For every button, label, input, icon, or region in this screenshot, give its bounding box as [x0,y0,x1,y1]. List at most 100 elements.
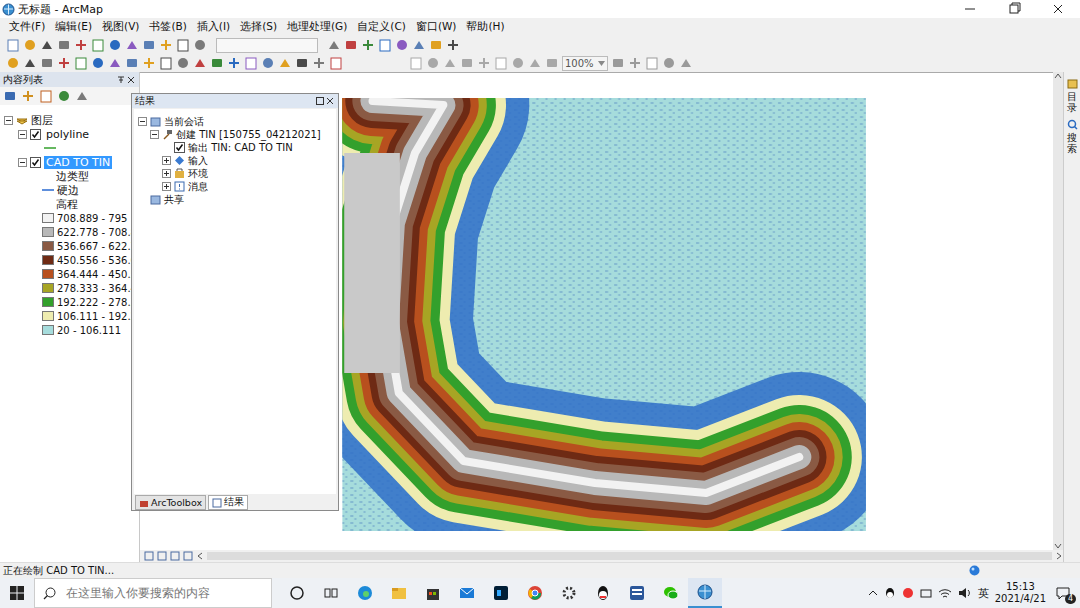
tool-icon[interactable] [21,89,35,103]
menu-item[interactable]: 地理处理(G) [282,20,352,34]
tool-icon[interactable] [6,56,20,70]
pin-icon[interactable] [116,75,126,85]
view-icon[interactable] [144,551,154,561]
tool-icon[interactable] [494,56,508,70]
collapse-icon[interactable] [18,130,27,139]
app-icon[interactable] [527,585,543,601]
tab-label[interactable]: ArcToolbox [151,497,202,508]
tool-icon[interactable] [210,56,224,70]
tool-icon[interactable] [511,56,525,70]
tool-icon[interactable] [426,56,440,70]
tool-icon[interactable] [344,38,358,52]
checkbox[interactable] [30,157,41,168]
tool-icon[interactable] [477,56,491,70]
tab-label[interactable]: 结果 [224,496,244,509]
tray-app-icon[interactable] [902,587,914,599]
app-icon[interactable] [289,585,305,601]
start-button[interactable] [0,586,34,600]
restore-icon[interactable] [315,96,325,106]
collapse-icon[interactable] [18,158,27,167]
close-icon[interactable] [1036,0,1080,18]
menu-item[interactable]: 视图(V) [97,20,144,34]
view-icon[interactable] [157,551,167,561]
close-icon[interactable] [126,75,136,85]
close-icon[interactable] [325,96,335,106]
taskbar-app[interactable] [586,578,620,608]
tool-icon[interactable] [409,56,423,70]
tool-icon[interactable] [159,38,173,52]
taskbar-app[interactable] [654,578,688,608]
dock-label[interactable]: 搜索 [1067,132,1077,154]
menu-item[interactable]: 插入(I) [192,20,235,34]
search-input[interactable] [64,585,271,601]
tool-icon[interactable] [40,56,54,70]
tool-icon[interactable] [193,56,207,70]
session-label[interactable]: 当前会话 [164,115,204,129]
tool-icon[interactable] [378,38,392,52]
app-icon[interactable] [595,585,611,601]
app-icon[interactable] [629,585,645,601]
menu-item[interactable]: 编辑(E) [50,20,97,34]
tool-icon[interactable] [361,38,375,52]
dock-tab[interactable]: 搜索 [1067,119,1078,154]
tray-expand-icon[interactable] [868,589,878,597]
clock[interactable]: 15:132021/4/21 [995,581,1046,605]
expand-icon[interactable] [162,182,171,191]
taskbar-app[interactable] [348,578,382,608]
taskbar-app[interactable] [416,578,450,608]
maximize-icon[interactable] [992,0,1036,18]
tool-icon[interactable] [327,38,341,52]
tool-icon[interactable] [446,38,460,52]
checkbox[interactable] [30,129,41,140]
taskbar-app[interactable] [484,578,518,608]
layer-label[interactable]: CAD TO TIN [44,156,112,169]
tool-icon[interactable] [23,38,37,52]
tool-icon[interactable] [6,38,20,52]
collapse-icon[interactable] [4,116,13,125]
menu-item[interactable]: 选择(S) [235,20,282,34]
tool-icon[interactable] [679,56,693,70]
tool-icon[interactable] [142,38,156,52]
taskbar-app[interactable] [552,578,586,608]
app-icon[interactable] [697,584,713,600]
tool-icon[interactable] [193,38,207,52]
tool-icon[interactable] [412,38,426,52]
app-icon[interactable] [357,585,373,601]
tool-icon[interactable] [74,38,88,52]
wifi-icon[interactable] [938,587,952,599]
vertical-scrollbar[interactable] [1053,72,1063,550]
tool-icon[interactable] [74,56,88,70]
tool-icon[interactable] [545,56,559,70]
checkbox[interactable] [174,142,185,153]
menu-item[interactable]: 帮助(H) [461,20,509,34]
expand-icon[interactable] [162,169,171,178]
zoom-combo[interactable]: 100% [562,56,608,71]
notification-button[interactable]: 4 [1052,586,1074,600]
shared-label[interactable]: 共享 [164,193,184,207]
taskbar-app[interactable] [518,578,552,608]
taskbar-app[interactable] [280,578,314,608]
tool-icon[interactable] [261,56,275,70]
tool-icon[interactable] [176,56,190,70]
scale-combo[interactable] [216,38,318,53]
taskbar-app[interactable] [450,578,484,608]
tool-icon[interactable] [57,89,71,103]
node-label[interactable]: 环境 [188,167,208,181]
scroll-left-icon[interactable] [196,551,204,561]
menu-item[interactable]: 文件(F) [4,20,50,34]
tool-icon[interactable] [91,56,105,70]
tool-icon[interactable] [227,56,241,70]
tool-icon[interactable] [528,56,542,70]
app-icon[interactable] [663,585,679,601]
panel-tab[interactable]: ArcToolbox [135,495,206,510]
minimize-icon[interactable] [948,0,992,18]
tool-icon[interactable] [611,56,625,70]
tool-icon[interactable] [329,56,343,70]
view-icon[interactable] [170,551,180,561]
dock-tab[interactable]: 目录 [1067,78,1078,113]
tool-icon[interactable] [23,56,37,70]
output-label[interactable]: 输出 TIN: CAD TO TIN [188,141,293,155]
tool-icon[interactable] [395,38,409,52]
tool-icon[interactable] [125,56,139,70]
tool-icon[interactable] [125,38,139,52]
